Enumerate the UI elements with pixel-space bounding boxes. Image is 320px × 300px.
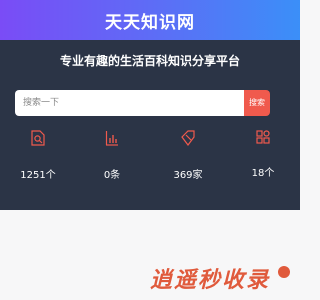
search-bar: 搜索	[15, 90, 270, 116]
site-header: 天天知识网	[0, 0, 300, 40]
stats-row: 1251个 0条 369家 18个	[0, 130, 300, 190]
search-input[interactable]	[15, 90, 244, 116]
document-search-icon	[31, 130, 45, 146]
stat-companies[interactable]: 369家	[158, 130, 218, 181]
watermark-text: 逍遥秒收录	[150, 268, 271, 293]
watermark-dot-icon	[278, 266, 290, 278]
site-logo[interactable]: 天天知识网	[105, 8, 195, 33]
stat-articles[interactable]: 0条	[82, 130, 142, 181]
stat-value: 0条	[103, 170, 121, 181]
bar-chart-icon	[105, 131, 118, 146]
stat-categories[interactable]: 18个	[233, 130, 293, 179]
tag-icon	[181, 130, 195, 146]
stat-value: 18个	[251, 168, 275, 179]
grid-icon	[256, 130, 270, 144]
stat-sites[interactable]: 1251个	[8, 130, 68, 181]
page: 天天知识网 专业有趣的生活百科知识分享平台 搜索 1251个	[0, 0, 300, 300]
stat-value: 1251个	[20, 170, 56, 181]
stat-value: 369家	[173, 170, 203, 181]
search-button[interactable]: 搜索	[244, 90, 270, 116]
hero-section: 专业有趣的生活百科知识分享平台 搜索 1251个	[0, 40, 300, 210]
site-tagline: 专业有趣的生活百科知识分享平台	[59, 54, 240, 68]
